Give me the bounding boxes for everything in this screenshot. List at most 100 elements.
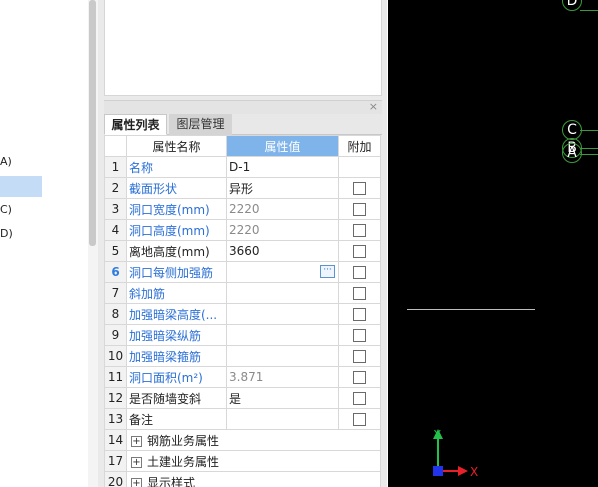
property-name[interactable]: 加强暗梁纵筋 — [126, 324, 227, 346]
extra-cell — [338, 219, 381, 241]
expand-plus-icon[interactable]: + — [131, 435, 142, 447]
property-value[interactable]: 2220 — [226, 198, 339, 220]
extra-checkbox[interactable] — [353, 392, 366, 405]
property-row[interactable]: 7 斜加筋 — [104, 282, 381, 304]
extra-checkbox[interactable] — [353, 266, 366, 279]
extra-checkbox[interactable] — [353, 371, 366, 384]
row-index: 13 — [104, 408, 127, 430]
property-name[interactable]: 洞口宽度(mm) — [126, 198, 227, 220]
extra-checkbox[interactable] — [353, 308, 366, 321]
property-value[interactable] — [226, 324, 339, 346]
property-value[interactable] — [226, 345, 339, 367]
extra-cell — [338, 261, 381, 283]
property-row[interactable]: 6 洞口每侧加强筋 ··· — [104, 261, 381, 283]
property-row[interactable]: 5 离地高度(mm) 3660 — [104, 240, 381, 262]
ellipsis-button[interactable]: ··· — [320, 265, 335, 278]
property-value-text: 3.871 — [229, 370, 264, 384]
extra-checkbox[interactable] — [353, 224, 366, 237]
extra-checkbox[interactable] — [353, 245, 366, 258]
property-value[interactable] — [226, 303, 339, 325]
header-property-value[interactable]: 属性值 — [226, 135, 339, 157]
extra-cell — [338, 345, 381, 367]
header-extra[interactable]: 附加 — [338, 135, 381, 157]
row-index: 9 — [104, 324, 127, 346]
axis-node-c[interactable]: C — [562, 120, 582, 140]
property-group-row[interactable]: 20 + 显示样式 — [104, 471, 381, 487]
group-label: 土建业务属性 — [147, 454, 220, 469]
property-value-text: 3660 — [229, 244, 260, 258]
row-index: 4 — [104, 219, 127, 241]
tab-property-list[interactable]: 属性列表 — [104, 114, 167, 135]
extra-checkbox[interactable] — [353, 413, 366, 426]
tree-item-axis-d[interactable]: D) — [0, 224, 13, 244]
property-value[interactable] — [226, 408, 339, 430]
extra-checkbox[interactable] — [353, 182, 366, 195]
property-row[interactable]: 12 是否随墙变斜是 — [104, 387, 381, 409]
property-row[interactable]: 4 洞口高度(mm) 2220 — [104, 219, 381, 241]
group-cell: + 显示样式 — [126, 471, 381, 487]
row-index: 2 — [104, 177, 127, 199]
expand-plus-icon[interactable]: + — [131, 456, 142, 468]
property-row[interactable]: 8 加强暗梁高度(... — [104, 303, 381, 325]
property-value[interactable]: 是 — [226, 387, 339, 409]
ucs-axis-icon: Y X — [433, 428, 478, 479]
expand-plus-icon[interactable]: + — [131, 477, 142, 487]
property-name[interactable]: 加强暗梁高度(... — [126, 303, 227, 325]
extra-cell — [338, 156, 381, 178]
property-group-row[interactable]: 14 + 钢筋业务属性 — [104, 429, 381, 451]
ucs-x-label: X — [470, 465, 478, 479]
extra-checkbox[interactable] — [353, 287, 366, 300]
property-row[interactable]: 1 名称 D-1 — [104, 156, 381, 178]
property-value-text: 2220 — [229, 202, 260, 216]
property-value[interactable]: D-1 — [226, 156, 339, 178]
property-name[interactable]: 洞口高度(mm) — [126, 219, 227, 241]
property-row[interactable]: 11 洞口面积(m²) 3.871 — [104, 366, 381, 388]
property-name[interactable]: 离地高度(mm) — [126, 240, 227, 262]
property-panel: × 属性列表 图层管理 属性名称 属性值 附加 1 名称 D-1 2 截面形状 异形 3 洞口… — [98, 0, 485, 487]
property-name[interactable]: 截面形状 — [126, 177, 227, 199]
property-value[interactable]: 异形 — [226, 177, 339, 199]
property-row[interactable]: 2 截面形状 异形 — [104, 177, 381, 199]
tree-scrollbar-thumb[interactable] — [89, 0, 96, 246]
axis-node-d[interactable]: D — [562, 0, 582, 11]
property-name[interactable]: 斜加筋 — [126, 282, 227, 304]
property-name[interactable]: 洞口每侧加强筋 — [126, 261, 227, 283]
drawing-canvas[interactable]: D C B A Y X — [388, 0, 598, 487]
extra-checkbox[interactable] — [353, 350, 366, 363]
tab-layer-management[interactable]: 图层管理 — [169, 114, 232, 135]
property-name[interactable]: 洞口面积(m²) — [126, 366, 227, 388]
property-value[interactable]: 3660 — [226, 240, 339, 262]
property-row[interactable]: 13 备注 — [104, 408, 381, 430]
property-value[interactable]: 2220 — [226, 219, 339, 241]
property-row[interactable]: 9 加强暗梁纵筋 — [104, 324, 381, 346]
extra-checkbox[interactable] — [353, 329, 366, 342]
row-index: 12 — [104, 387, 127, 409]
property-value[interactable] — [226, 282, 339, 304]
group-cell: + 钢筋业务属性 — [126, 429, 381, 451]
header-property-name[interactable]: 属性名称 — [126, 135, 227, 157]
tree-selected-row[interactable] — [0, 176, 42, 197]
property-name[interactable]: 加强暗梁箍筋 — [126, 345, 227, 367]
group-cell: + 土建业务属性 — [126, 450, 381, 472]
extra-checkbox[interactable] — [353, 203, 366, 216]
property-name[interactable]: 名称 — [126, 156, 227, 178]
property-value[interactable]: 3.871 — [226, 366, 339, 388]
close-icon[interactable]: × — [369, 100, 378, 113]
property-row[interactable]: 10 加强暗梁箍筋 — [104, 345, 381, 367]
property-value-text: 2220 — [229, 223, 260, 237]
tree-item-axis-c[interactable]: C) — [0, 200, 12, 220]
ucs-x-arrow — [458, 466, 468, 476]
property-group-row[interactable]: 17 + 土建业务属性 — [104, 450, 381, 472]
row-index: 14 — [104, 429, 127, 451]
property-name[interactable]: 备注 — [126, 408, 227, 430]
property-value-editor[interactable]: ··· — [226, 261, 339, 283]
tree-item-axis-a[interactable]: A) — [0, 152, 12, 172]
axis-node-a[interactable]: A — [562, 143, 582, 163]
row-index: 17 — [104, 450, 127, 472]
row-index: 5 — [104, 240, 127, 262]
property-name[interactable]: 是否随墙变斜 — [126, 387, 227, 409]
row-index: 11 — [104, 366, 127, 388]
property-value-text: 异形 — [229, 181, 254, 196]
property-row[interactable]: 3 洞口宽度(mm) 2220 — [104, 198, 381, 220]
axis-line-a — [580, 154, 598, 155]
